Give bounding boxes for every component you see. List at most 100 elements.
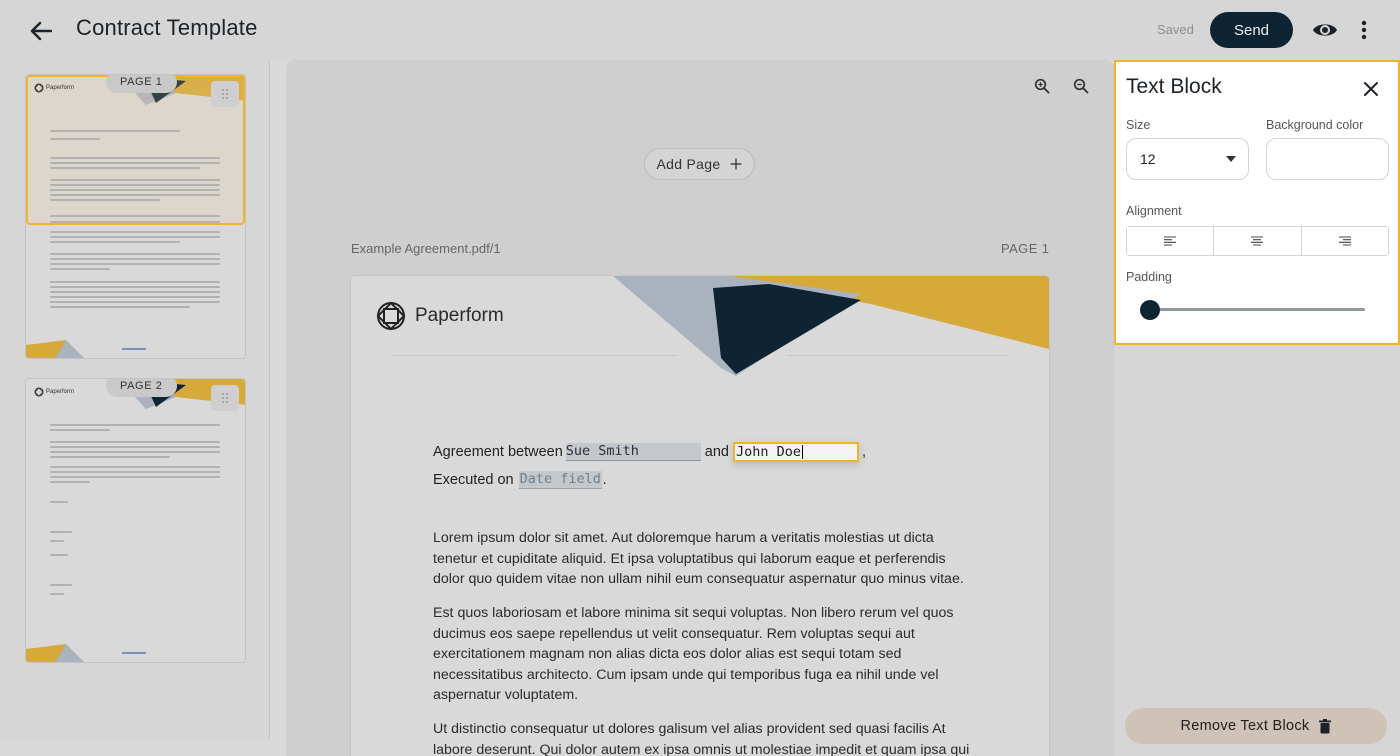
thumbnail-text-line [50, 268, 110, 270]
paperform-logo-text: Paperform [415, 305, 504, 326]
thumbnail-text-line [50, 281, 220, 283]
thumbnail-text-line [50, 584, 72, 586]
thumbnail-text-line [50, 476, 220, 478]
align-right-icon [1338, 236, 1351, 246]
preview-eye-icon[interactable] [1310, 16, 1340, 44]
thumbnail-text-line [50, 441, 220, 443]
trash-icon [1319, 718, 1332, 733]
thumbnail-text-line [50, 194, 220, 196]
thumbnail-text-line [50, 554, 68, 556]
body-paragraph-1: Lorem ipsum dolor sit amet. Aut doloremq… [433, 530, 964, 588]
zoom-out-icon[interactable] [1071, 76, 1091, 96]
thumbnail-text-line [50, 424, 220, 426]
send-button[interactable]: Send [1210, 12, 1293, 48]
save-status: Saved [1157, 22, 1194, 37]
add-page-button[interactable]: Add Page [644, 148, 755, 180]
back-arrow-icon[interactable] [26, 16, 56, 46]
thumbnail-text-line [50, 456, 170, 458]
header-divider-right [786, 355, 1008, 356]
panel-title: Text Block [1126, 75, 1222, 98]
executed-prefix: Executed on [433, 472, 514, 488]
thumbnail-text-line [50, 184, 220, 186]
thumbnail-text-line [50, 215, 220, 217]
thumbnail-text-line [50, 540, 64, 542]
thumbnail-text-line [50, 258, 220, 260]
thumbnail-text-line [50, 130, 180, 132]
drag-handle-icon[interactable] [211, 81, 239, 107]
plus-icon [730, 158, 742, 170]
thumbnail-text-line [50, 189, 220, 191]
thumbnail-page-art [26, 379, 245, 662]
party2-text-block-field[interactable]: John Doe [732, 442, 859, 462]
agreement-line: Agreement between Sue Smith and John Doe… [433, 442, 866, 462]
thumbnail-text-line [50, 291, 220, 293]
align-center-icon [1251, 236, 1264, 246]
thumbnail-text-line [50, 138, 100, 140]
padding-slider-track[interactable] [1150, 308, 1365, 311]
executed-line: Executed on Date field . [433, 470, 607, 490]
thumbnail-text-line [50, 466, 220, 468]
thumbnail-text-line [50, 236, 220, 238]
size-value: 12 [1140, 151, 1156, 167]
party1-field[interactable]: Sue Smith [565, 443, 701, 461]
drag-handle-icon[interactable] [211, 385, 239, 411]
padding-label: Padding [1126, 270, 1172, 284]
party2-field-value: John Doe [735, 444, 802, 460]
thumbnail-text-line [50, 481, 90, 483]
thumbnail-text-line [50, 241, 180, 243]
document-page: Paperform Agreement between Sue Smith an… [351, 276, 1049, 756]
alignment-button-group [1126, 226, 1389, 256]
dropdown-arrow-icon [1226, 156, 1236, 162]
thumbnail-text-line [50, 162, 220, 164]
thumbnail-text-line [50, 501, 68, 503]
body-paragraph-2: Est quos laboriosam et labore minima sit… [433, 605, 954, 704]
body-paragraph-3: Ut distinctio consequatur ut dolores gal… [433, 721, 970, 756]
thumbnail-text-line [50, 263, 220, 265]
background-color-input[interactable] [1266, 138, 1389, 180]
thumbnail-logo: Paperform [34, 83, 74, 93]
align-center-button[interactable] [1214, 227, 1302, 255]
thumbnail-page-badge: PAGE 1 [106, 75, 177, 93]
page-thumbnails-panel: Paperform PAGE 1 Paperform PAGE 2 [0, 60, 270, 740]
page-number-label: PAGE 1 [1001, 241, 1050, 256]
page-title: Contract Template [76, 15, 258, 40]
text-block-properties-panel: Text Block Size Background color 12 Alig… [1114, 60, 1400, 345]
background-color-label: Background color [1266, 118, 1364, 132]
thumbnail-text-line [50, 157, 220, 159]
thumbnail-text-line [50, 199, 160, 201]
more-vertical-icon[interactable] [1352, 16, 1376, 44]
align-left-button[interactable] [1127, 227, 1215, 255]
text-caret [802, 445, 804, 459]
document-canvas: Add Page Example Agreement.pdf/1 PAGE 1 … [286, 60, 1114, 756]
agreement-prefix: Agreement between [433, 444, 563, 460]
paperform-logo-icon [376, 301, 406, 331]
align-right-button[interactable] [1301, 227, 1388, 255]
thumbnail-text-line [50, 286, 220, 288]
page-thumbnail-2[interactable]: Paperform PAGE 2 [25, 378, 246, 663]
thumbnail-text-line [50, 429, 110, 431]
page-thumbnail-1[interactable]: Paperform PAGE 1 [25, 74, 246, 359]
zoom-in-icon[interactable] [1032, 76, 1052, 96]
thumbnail-text-line [50, 167, 200, 169]
thumbnail-text-line [50, 179, 220, 181]
top-bar: Contract Template Saved Send [0, 0, 1400, 60]
thumbnail-page-badge: PAGE 2 [106, 379, 177, 397]
size-select[interactable]: 12 [1126, 138, 1249, 180]
date-field[interactable]: Date field [518, 471, 602, 489]
close-icon[interactable] [1358, 76, 1384, 102]
add-page-label: Add Page [656, 156, 721, 172]
padding-slider-thumb[interactable] [1140, 300, 1160, 320]
paperform-logo: Paperform [375, 300, 504, 332]
right-panel-background [1114, 345, 1400, 756]
remove-text-block-button[interactable]: Remove Text Block [1125, 708, 1387, 744]
thumbnail-text-line [50, 296, 220, 298]
thumbnail-text-line [50, 471, 220, 473]
alignment-label: Alignment [1126, 204, 1182, 218]
thumbnail-footer-link [122, 652, 146, 654]
thumbnail-text-line [50, 451, 220, 453]
thumbnail-text-line [50, 301, 220, 303]
header-divider-left [391, 355, 676, 356]
and-text: and [704, 444, 729, 460]
thumbnail-logo: Paperform [34, 387, 74, 397]
thumbnail-text-line [50, 306, 190, 308]
